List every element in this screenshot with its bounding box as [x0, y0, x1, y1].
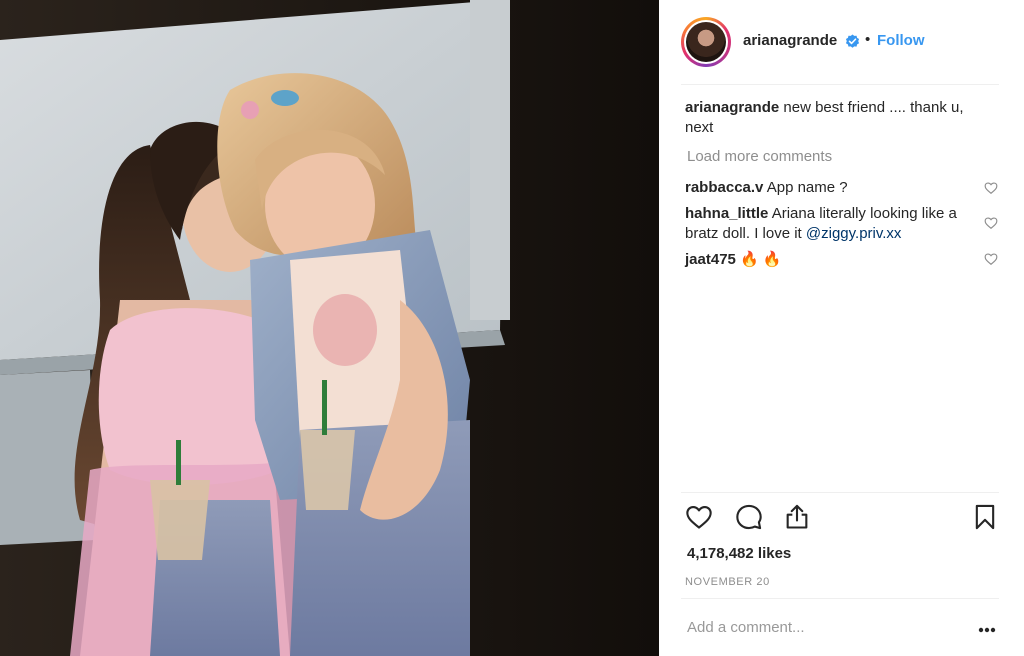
add-comment-input[interactable]: Add a comment...: [687, 619, 937, 636]
comment-username[interactable]: jaat475: [685, 251, 736, 268]
post-side-panel: arianagrande • Follow arianagrande new b…: [659, 0, 1024, 656]
comment-text: App name ?: [766, 179, 848, 196]
comment-icon[interactable]: [735, 503, 763, 531]
caption: arianagrande new best friend .... thank …: [685, 98, 985, 138]
comment-like-icon[interactable]: [984, 181, 998, 195]
comment-box-divider: [681, 598, 999, 599]
comment-mention-link[interactable]: @ziggy.priv.xx: [806, 225, 902, 242]
comment-username[interactable]: hahna_little: [685, 205, 768, 222]
comment-text: 🔥 🔥: [740, 251, 782, 268]
follow-button[interactable]: Follow: [877, 32, 925, 49]
header-divider: [681, 84, 999, 85]
share-icon[interactable]: [783, 503, 811, 531]
more-options-icon[interactable]: [977, 626, 997, 634]
load-more-comments-button[interactable]: Load more comments: [687, 148, 832, 165]
post-actions: [685, 503, 999, 533]
comment-item: rabbacca.v App name ?: [685, 178, 965, 198]
actions-divider: [681, 492, 999, 493]
photo-illustration: [0, 0, 659, 656]
post-photo[interactable]: [0, 0, 659, 656]
comment-like-icon[interactable]: [984, 252, 998, 266]
bookmark-icon[interactable]: [971, 503, 999, 531]
comment-item: hahna_little Ariana literally looking li…: [685, 204, 965, 244]
username[interactable]: arianagrande: [743, 32, 837, 49]
comment-like-icon[interactable]: [984, 216, 998, 230]
header-separator: •: [865, 31, 871, 48]
likes-count[interactable]: 4,178,482 likes: [687, 545, 791, 562]
post-header: arianagrande • Follow: [659, 0, 999, 84]
post-date: NOVEMBER 20: [685, 576, 770, 588]
heart-icon[interactable]: [685, 503, 713, 531]
avatar[interactable]: [681, 17, 731, 67]
comment-item: jaat475 🔥 🔥: [685, 250, 965, 270]
verified-badge-icon: [845, 34, 860, 48]
caption-username[interactable]: arianagrande: [685, 99, 779, 116]
comment-username[interactable]: rabbacca.v: [685, 179, 763, 196]
